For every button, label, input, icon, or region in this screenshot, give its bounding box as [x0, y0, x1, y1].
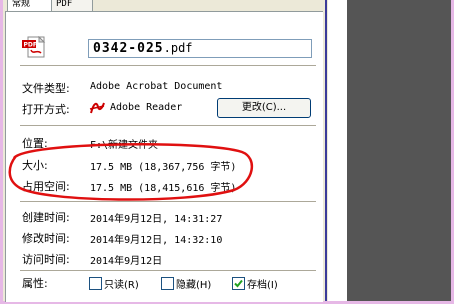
open-with-label: 打开方式:	[22, 103, 70, 116]
filename-field[interactable]: 0342-025.pdf	[88, 39, 312, 58]
separator-1	[20, 65, 316, 66]
attributes-label: 属性:	[22, 277, 48, 290]
accessed-value: 2014年9月12日	[90, 256, 163, 267]
hidden-label[interactable]: 隐藏(H)	[176, 276, 211, 291]
window-edge-line	[325, 0, 327, 301]
file-type-label: 文件类型:	[22, 82, 70, 95]
change-button[interactable]: 更改(C)...	[217, 98, 311, 118]
adobe-reader-icon	[89, 102, 105, 114]
filename-text: 0342-025.pdf	[93, 41, 193, 56]
svg-text:PDF: PDF	[24, 42, 37, 49]
separator-2	[20, 125, 316, 126]
checkmark-icon	[234, 279, 243, 288]
archive-checkbox[interactable]	[232, 277, 245, 290]
open-with-value: Adobe Reader	[110, 102, 183, 113]
background-dark-area	[347, 0, 451, 301]
archive-label[interactable]: 存档(I)	[247, 276, 278, 291]
filename-main: 0342-025	[93, 41, 164, 56]
modified-label: 修改时间:	[22, 232, 70, 245]
properties-dialog: 常规 PDF PDF 0342-025.pdf 文件类型: Adobe Acro…	[3, 0, 328, 302]
filename-ext: .pdf	[163, 41, 193, 55]
accessed-label: 访问时间:	[22, 253, 70, 266]
readonly-checkbox[interactable]	[89, 277, 102, 290]
hidden-checkbox[interactable]	[161, 277, 174, 290]
separator-3	[20, 201, 316, 202]
file-type-value: Adobe Acrobat Document	[90, 81, 223, 92]
general-panel: PDF 0342-025.pdf 文件类型: Adobe Acrobat Doc…	[5, 11, 323, 302]
red-highlight-ellipse	[8, 143, 254, 201]
created-value: 2014年9月12日, 14:31:27	[90, 214, 223, 225]
created-label: 创建时间:	[22, 211, 70, 224]
pdf-file-icon: PDF	[22, 36, 46, 58]
separator-4	[20, 270, 316, 271]
readonly-label[interactable]: 只读(R)	[104, 276, 139, 291]
modified-value: 2014年9月12日, 14:32:10	[90, 235, 223, 246]
